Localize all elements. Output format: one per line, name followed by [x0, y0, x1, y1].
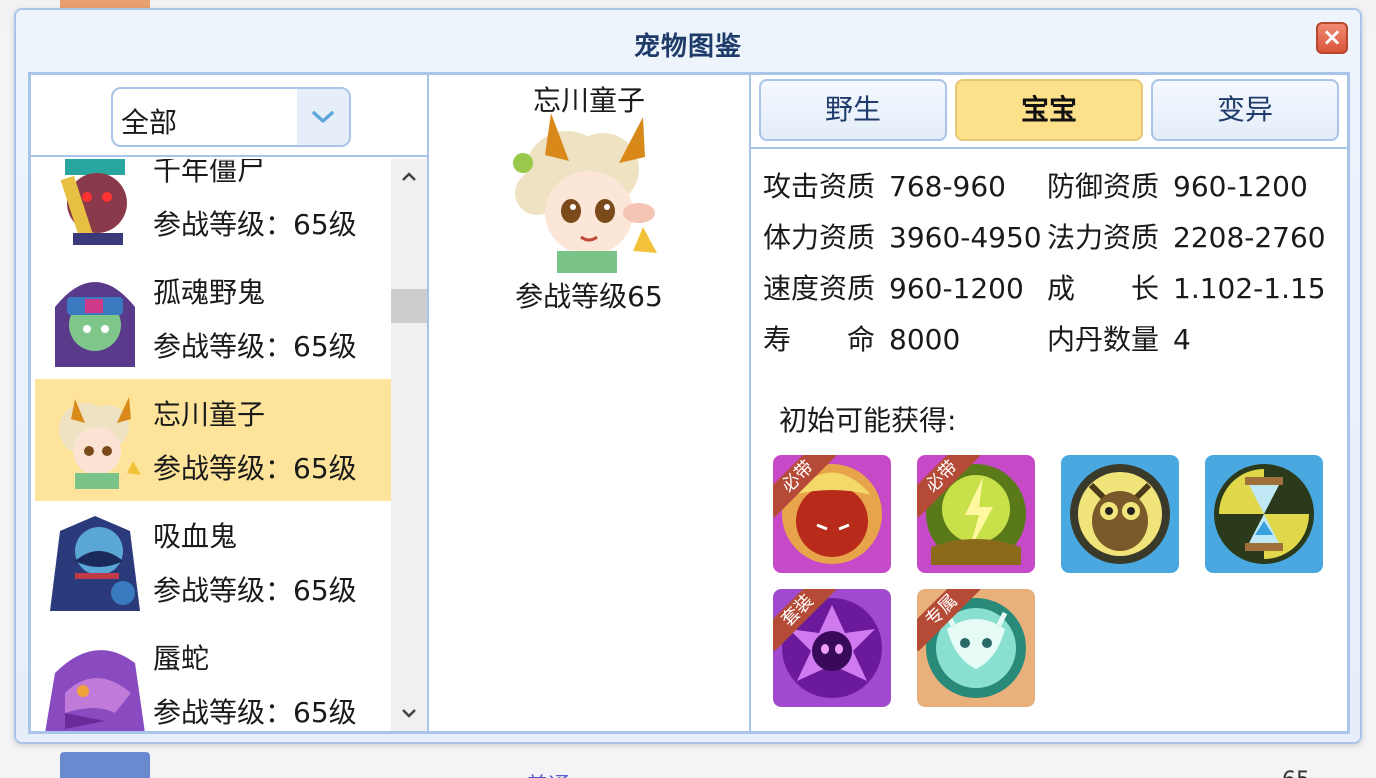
pet-detail-level: 参战等级65 — [515, 280, 663, 313]
teal-dragon-skill-icon[interactable]: 专属 — [917, 589, 1035, 707]
stat-growth: 成 长 1.102-1.15 — [1047, 267, 1326, 307]
stat-magic: 法力资质 2208-2760 — [1047, 216, 1326, 256]
lightning-skill-icon[interactable]: 必带 — [917, 455, 1035, 573]
stat-label: 内丹数量 — [1047, 323, 1160, 356]
stat-attack: 攻击资质 768-960 — [763, 165, 1006, 205]
pet-level: 参战等级：65级 — [153, 696, 357, 729]
fire-face-skill-icon[interactable]: 必带 — [773, 455, 891, 573]
stat-label: 寿 命 — [763, 323, 876, 356]
pet-encyclopedia-dialog: 宠物图鉴 × 全部 千年僵尸 参战等级：65级 孤魂野鬼 参战等级：65级 忘川… — [14, 8, 1362, 744]
initial-skills-title: 初始可能获得: — [779, 404, 957, 437]
pet-list-item[interactable]: 千年僵尸 参战等级：65级 — [35, 159, 391, 257]
stat-value: 4 — [1173, 323, 1191, 356]
pet-level: 参战等级：65级 — [153, 452, 357, 485]
pet-attribute-panel: 野生 宝宝 变异 攻击资质 768-960 防御资质 960-1200 体力资质 39… — [751, 75, 1347, 731]
pet-level: 参战等级：65级 — [153, 208, 357, 241]
stat-inner-core: 内丹数量 4 — [1047, 318, 1191, 358]
dialog-content: 全部 千年僵尸 参战等级：65级 孤魂野鬼 参战等级：65级 忘川童子 参战等级… — [28, 72, 1350, 734]
pet-name: 千年僵尸 — [153, 159, 266, 187]
owl-skill-icon[interactable] — [1061, 455, 1179, 573]
pet-shen-serpent-avatar — [45, 633, 145, 731]
background-thumbnail — [60, 752, 150, 778]
tab-baby[interactable]: 宝宝 — [955, 79, 1143, 141]
scroll-thumb[interactable] — [391, 289, 427, 323]
stat-value: 960-1200 — [889, 272, 1024, 305]
hourglass-skill-icon[interactable] — [1205, 455, 1323, 573]
stat-value: 2208-2760 — [1173, 221, 1326, 254]
pet-name: 孤魂野鬼 — [153, 276, 266, 309]
dialog-title: 宠物图鉴 — [633, 32, 742, 62]
pet-vampire-avatar — [45, 511, 145, 611]
purple-spirit-skill-icon[interactable]: 套装 — [773, 589, 891, 707]
pet-list: 千年僵尸 参战等级：65级 孤魂野鬼 参战等级：65级 忘川童子 参战等级：65… — [31, 159, 391, 731]
stat-label: 速度资质 — [763, 272, 876, 305]
scroll-up-icon[interactable] — [391, 159, 427, 195]
chevron-down-icon[interactable] — [297, 89, 349, 145]
stat-label: 防御资质 — [1047, 170, 1160, 203]
pet-list-item-selected[interactable]: 忘川童子 参战等级：65级 — [35, 379, 391, 501]
pet-portrait-image — [507, 113, 665, 273]
pet-list-item[interactable]: 蜃蛇 参战等级：65级 — [35, 623, 391, 731]
pet-list-item[interactable]: 孤魂野鬼 参战等级：65级 — [35, 257, 391, 379]
filter-area: 全部 — [31, 75, 427, 157]
stat-label: 攻击资质 — [763, 170, 876, 203]
pet-type-tabs: 野生 宝宝 变异 — [751, 75, 1347, 149]
stat-lifespan: 寿 命 8000 — [763, 318, 960, 358]
close-button[interactable]: × — [1316, 22, 1348, 54]
stat-label: 体力资质 — [763, 221, 876, 254]
stat-label: 成 长 — [1047, 272, 1160, 305]
stat-stamina: 体力资质 3960-4950 — [763, 216, 1042, 256]
pet-list-scrollbar[interactable] — [391, 159, 427, 731]
scroll-down-icon[interactable] — [391, 695, 427, 731]
pet-list-panel: 全部 千年僵尸 参战等级：65级 孤魂野鬼 参战等级：65级 忘川童子 参战等级… — [31, 75, 429, 731]
background-page-bottom: 普通 65 — [0, 748, 1376, 778]
stat-value: 768-960 — [889, 170, 1006, 203]
tab-wild[interactable]: 野生 — [759, 79, 947, 141]
pet-zombie-avatar — [45, 159, 145, 245]
stat-speed: 速度资质 960-1200 — [763, 267, 1024, 307]
stat-value: 8000 — [889, 323, 961, 356]
stat-value: 3960-4950 — [889, 221, 1042, 254]
pet-detail-panel: 忘川童子 参战等级65 — [429, 75, 751, 731]
category-dropdown[interactable]: 全部 — [111, 87, 351, 147]
stat-value: 960-1200 — [1173, 170, 1308, 203]
pet-ghost-avatar — [45, 267, 145, 367]
pet-wangchuan-avatar — [45, 389, 145, 489]
pet-level: 参战等级：65级 — [153, 330, 357, 363]
stat-value: 1.102-1.15 — [1173, 272, 1326, 305]
stat-defense: 防御资质 960-1200 — [1047, 165, 1308, 205]
dropdown-value: 全部 — [121, 106, 178, 139]
tab-mutant[interactable]: 变异 — [1151, 79, 1339, 141]
pet-name: 蜃蛇 — [153, 642, 210, 675]
background-quality-text: 普通 — [526, 768, 570, 778]
stat-label: 法力资质 — [1047, 221, 1160, 254]
pet-level: 参战等级：65级 — [153, 574, 357, 607]
pet-name: 吸血鬼 — [153, 520, 238, 553]
background-level-text: 65 — [1282, 768, 1310, 778]
pet-list-item[interactable]: 吸血鬼 参战等级：65级 — [35, 501, 391, 623]
pet-name: 忘川童子 — [153, 398, 266, 431]
